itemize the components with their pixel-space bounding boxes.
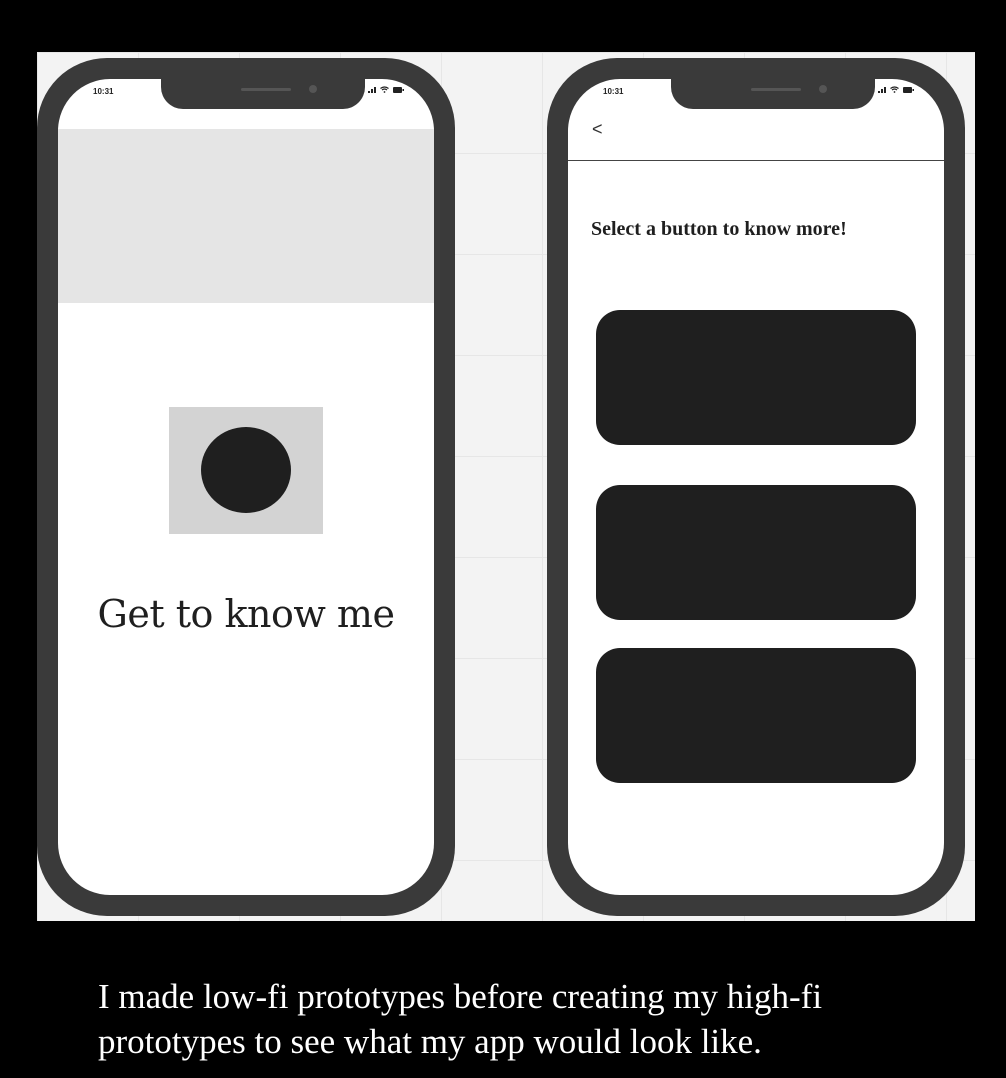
status-time: 10:31 — [603, 87, 624, 96]
phone-mockup-intro: 10:31 Get to know me — [37, 58, 455, 916]
front-camera — [819, 85, 827, 93]
caption-line-1: I made low-fi prototypes before creating… — [98, 977, 823, 1016]
intro-screen: 10:31 Get to know me — [58, 79, 434, 895]
hero-banner-placeholder — [58, 129, 434, 303]
battery-icon — [903, 86, 914, 93]
intro-title: Get to know me — [97, 592, 395, 636]
option-button-2[interactable] — [596, 485, 916, 620]
profile-photo-placeholder — [169, 407, 323, 534]
phone-notch — [671, 79, 875, 109]
speaker-grille — [751, 88, 801, 91]
status-icons — [878, 86, 914, 93]
speaker-grille — [241, 88, 291, 91]
back-chevron-icon[interactable]: < — [592, 119, 603, 140]
option-button-1[interactable] — [596, 310, 916, 445]
avatar — [201, 427, 291, 513]
option-button-3[interactable] — [596, 648, 916, 783]
caption-text: I made low-fi prototypes before creating… — [98, 974, 978, 1064]
battery-icon — [393, 86, 404, 93]
prototype-board: 10:31 Get to know me 10:31 < Select a bu… — [37, 52, 975, 921]
wifi-icon — [890, 86, 899, 93]
menu-screen: 10:31 < Select a button to know more! — [568, 79, 944, 895]
prompt-heading: Select a button to know more! — [591, 218, 847, 240]
status-icons — [368, 86, 404, 93]
phone-notch — [161, 79, 365, 109]
front-camera — [309, 85, 317, 93]
caption-line-2: prototypes to see what my app would look… — [98, 1022, 762, 1061]
signal-icon — [878, 86, 886, 93]
phone-mockup-menu: 10:31 < Select a button to know more! — [547, 58, 965, 916]
status-time: 10:31 — [93, 87, 114, 96]
header-divider — [568, 160, 944, 161]
wifi-icon — [380, 86, 389, 93]
signal-icon — [368, 86, 376, 93]
